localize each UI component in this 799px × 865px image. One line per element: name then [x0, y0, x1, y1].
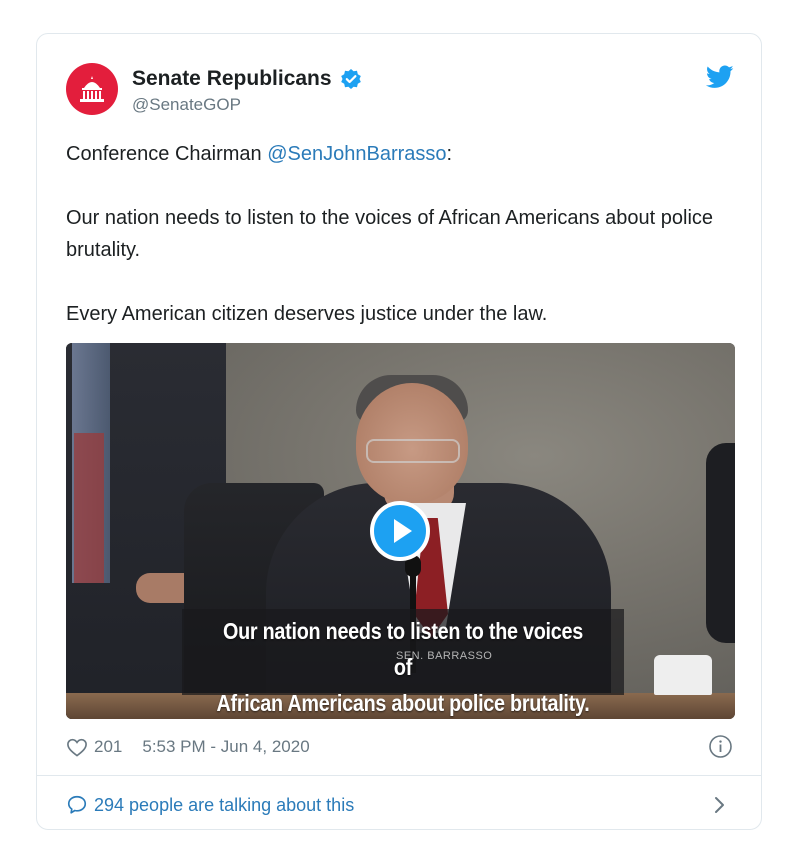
chevron-right-icon[interactable] — [713, 795, 727, 815]
caption-line-2: African Americans about police brutality… — [216, 690, 590, 716]
tweet-card: Senate Republicans @SenateGOP Conference… — [36, 33, 762, 830]
tweet-prefix: Conference Chairman — [66, 143, 268, 165]
mention-link[interactable]: @SenJohnBarrasso — [267, 143, 446, 165]
caption-line-1: Our nation needs to listen to the voices… — [222, 618, 584, 680]
verified-badge-icon — [340, 68, 362, 90]
heart-icon[interactable] — [66, 737, 88, 757]
like-count[interactable]: 201 — [94, 737, 122, 757]
tweet-line-1: Conference Chairman @SenJohnBarrasso: — [66, 138, 716, 170]
author-name-row: Senate Republicans — [132, 66, 362, 92]
tweet-meta: 201 5:53 PM - Jun 4, 2020 — [66, 734, 735, 760]
video-caption: Our nation needs to listen to the voices… — [213, 613, 593, 719]
video-player[interactable]: SEN. BARRASSO Our nation needs to listen… — [66, 343, 735, 719]
capitol-icon — [80, 76, 104, 102]
speech-bubble-icon — [66, 794, 88, 816]
display-name[interactable]: Senate Republicans — [132, 66, 332, 92]
conversation-link[interactable]: 294 people are talking about this — [66, 790, 735, 820]
twitter-bird-icon[interactable] — [705, 65, 734, 89]
play-icon — [394, 519, 412, 543]
tweet-suffix: : — [446, 143, 453, 165]
tweet-text: Conference Chairman @SenJohnBarrasso: Ou… — [66, 138, 716, 330]
tweet-paragraph-3: Every American citizen deserves justice … — [66, 303, 548, 325]
info-icon[interactable] — [708, 734, 733, 759]
timestamp-link[interactable]: 5:53 PM - Jun 4, 2020 — [142, 737, 309, 757]
video-frame-cup — [654, 655, 712, 695]
tweet-paragraph-2: Our nation needs to listen to the voices… — [66, 207, 714, 261]
avatar[interactable] — [66, 63, 118, 115]
conversation-count[interactable]: 294 people are talking about this — [94, 795, 354, 816]
footer-divider — [37, 775, 761, 776]
play-button[interactable] — [370, 501, 430, 561]
account-handle[interactable]: @SenateGOP — [132, 94, 241, 116]
video-frame-right-figure — [706, 443, 735, 643]
